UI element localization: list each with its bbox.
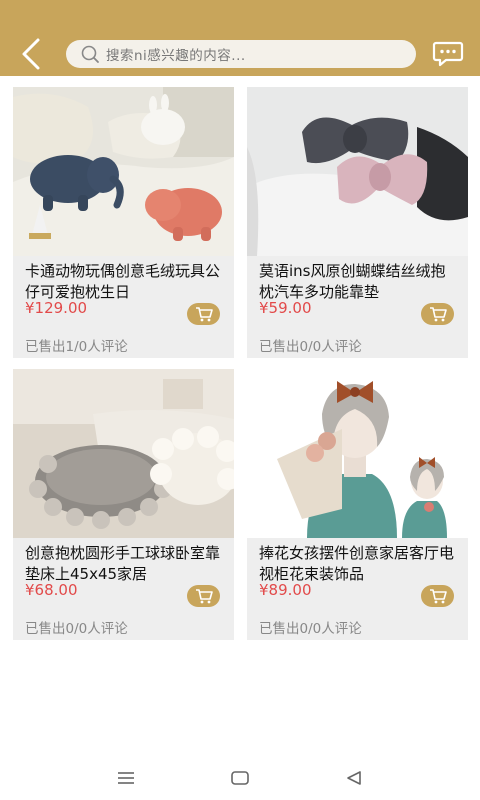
message-icon: [432, 41, 464, 67]
system-nav-bar: [0, 758, 480, 800]
message-button[interactable]: [432, 40, 464, 68]
product-image-plush-animals[interactable]: [13, 87, 234, 256]
product-title[interactable]: 创意抱枕圆形手工球球卧室靠垫床上45x45家居: [25, 543, 225, 585]
search-input[interactable]: 搜索ni感兴趣的内容...: [66, 40, 416, 68]
sales-count: 已售出1/0人评论: [25, 339, 128, 355]
product-price: ¥89.00: [259, 581, 312, 599]
product-image-bow-pillow[interactable]: [247, 87, 468, 256]
product-image-round-pillow[interactable]: [13, 369, 234, 538]
product-card[interactable]: 莫语ins风原创蝴蝶结丝绒抱枕汽车多功能靠垫 ¥59.00 已售出0/0人评论: [247, 87, 468, 358]
product-card[interactable]: 卡通动物玩偶创意毛绒玩具公仔可爱抱枕生日 ¥129.00 已售出1/0人评论: [13, 87, 234, 358]
back-nav-button[interactable]: [342, 768, 366, 788]
add-to-cart-button[interactable]: [421, 303, 454, 325]
product-card[interactable]: 捧花女孩摆件创意家居客厅电视柜花束装饰品 ¥89.00 已售出0/0人评论: [247, 369, 468, 640]
add-to-cart-button[interactable]: [421, 585, 454, 607]
sales-count: 已售出0/0人评论: [259, 339, 362, 355]
menu-icon: [118, 772, 134, 784]
product-image-flower-girl-figurine[interactable]: [247, 369, 468, 538]
home-icon: [231, 771, 249, 785]
back-icon: [347, 771, 361, 785]
product-title[interactable]: 卡通动物玩偶创意毛绒玩具公仔可爱抱枕生日: [25, 261, 225, 303]
cart-icon: [429, 307, 447, 322]
add-to-cart-button[interactable]: [187, 303, 220, 325]
back-arrow-icon: [22, 38, 40, 70]
sales-count: 已售出0/0人评论: [25, 621, 128, 637]
cart-icon: [195, 589, 213, 604]
product-card[interactable]: 创意抱枕圆形手工球球卧室靠垫床上45x45家居 ¥68.00 已售出0/0人评论: [13, 369, 234, 640]
cart-icon: [429, 589, 447, 604]
cart-icon: [195, 307, 213, 322]
product-title[interactable]: 捧花女孩摆件创意家居客厅电视柜花束装饰品: [259, 543, 459, 585]
product-price: ¥68.00: [25, 581, 78, 599]
top-bar: 搜索ni感兴趣的内容...: [0, 0, 480, 76]
search-icon: [81, 45, 99, 63]
sales-count: 已售出0/0人评论: [259, 621, 362, 637]
menu-button[interactable]: [114, 768, 138, 788]
search-placeholder: 搜索ni感兴趣的内容...: [106, 48, 246, 64]
add-to-cart-button[interactable]: [187, 585, 220, 607]
product-price: ¥59.00: [259, 299, 312, 317]
back-button[interactable]: [14, 36, 50, 72]
product-price: ¥129.00: [25, 299, 88, 317]
home-button[interactable]: [228, 768, 252, 788]
product-title[interactable]: 莫语ins风原创蝴蝶结丝绒抱枕汽车多功能靠垫: [259, 261, 459, 303]
